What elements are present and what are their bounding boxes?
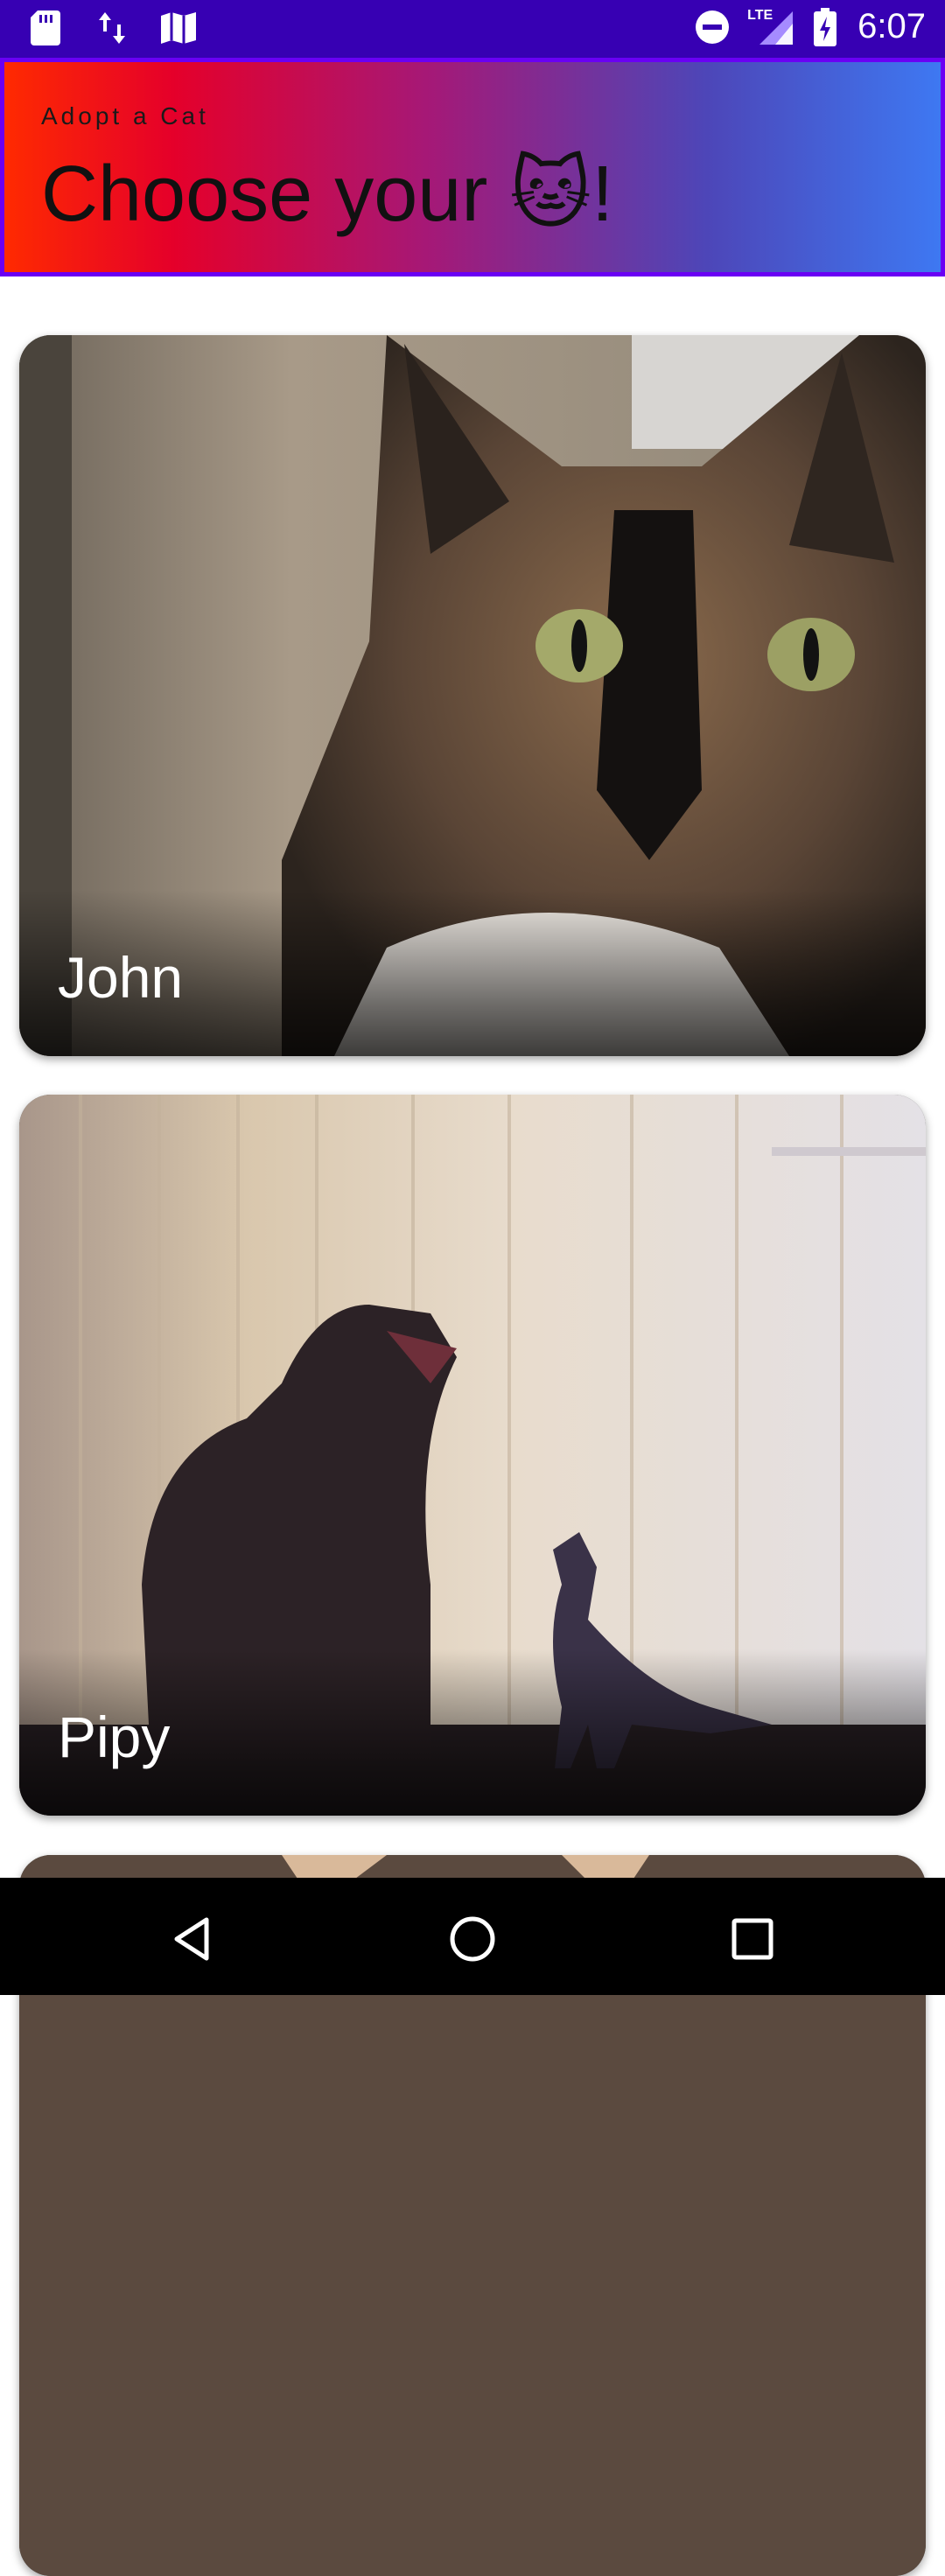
battery-icon xyxy=(812,7,838,46)
app-header: Adopt a Cat Choose your 🐱! xyxy=(0,58,945,276)
data-transfer-icon xyxy=(93,9,131,47)
sd-card-icon xyxy=(26,9,65,47)
clock: 6:07 xyxy=(858,7,926,46)
cat-card-john[interactable]: John xyxy=(19,335,926,1056)
navigation-bar xyxy=(0,1878,945,1995)
map-icon xyxy=(159,9,198,47)
home-icon[interactable] xyxy=(438,1904,508,1974)
header-title: Choose your 🐱! xyxy=(41,150,614,238)
status-bar: LTE 6:07 xyxy=(0,0,945,58)
do-not-disturb-icon xyxy=(693,8,732,46)
cat-card-pipy[interactable]: Pipy xyxy=(19,1095,926,1816)
network-type-label: LTE xyxy=(747,7,774,23)
back-icon[interactable] xyxy=(158,1904,228,1974)
header-subtitle: Adopt a Cat xyxy=(41,102,209,130)
cat-name: John xyxy=(58,945,184,1010)
recents-icon[interactable] xyxy=(718,1904,788,1974)
cat-name: Pipy xyxy=(58,1704,171,1769)
signal-icon: LTE xyxy=(747,8,796,46)
